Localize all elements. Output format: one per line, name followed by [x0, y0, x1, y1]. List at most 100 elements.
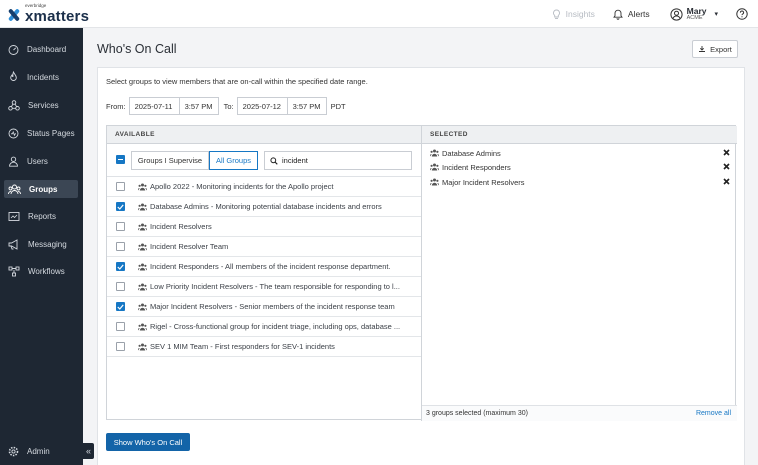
- group-icon: [430, 163, 439, 171]
- from-time-input[interactable]: 3:57 PM: [179, 97, 219, 115]
- close-icon[interactable]: [723, 163, 730, 170]
- page-title: Who's On Call: [97, 42, 177, 56]
- checkbox-unchecked[interactable]: [116, 342, 125, 351]
- selected-count: 3 groups selected (maximum 30): [426, 410, 528, 417]
- selected-footer: 3 groups selected (maximum 30) Remove al…: [422, 405, 737, 421]
- close-icon[interactable]: [723, 178, 730, 185]
- sidebar-item-services[interactable]: Services: [4, 96, 78, 114]
- brand-logo[interactable]: everbridge xmatters: [7, 3, 90, 26]
- insights-link[interactable]: Insights: [552, 9, 595, 20]
- list-item[interactable]: Database Admins - Monitoring potential d…: [107, 197, 421, 217]
- group-icon: [138, 263, 147, 270]
- tab-groups-i-supervise[interactable]: Groups I Supervise: [131, 151, 209, 170]
- group-icon: [138, 283, 147, 290]
- to-label: To:: [223, 101, 234, 111]
- sidebar-item-messaging[interactable]: Messaging: [4, 235, 78, 253]
- group-icon: [430, 149, 439, 157]
- list-item-label: Low Priority Incident Resolvers - The te…: [150, 282, 400, 291]
- to-time-input[interactable]: 3:57 PM: [287, 97, 327, 115]
- list-item[interactable]: Incident Responders - All members of the…: [107, 257, 421, 277]
- check-icon: [117, 204, 124, 210]
- selected-item-label: Incident Responders: [442, 162, 511, 172]
- list-item[interactable]: Incident Resolver Team: [107, 237, 421, 257]
- checkbox-unchecked[interactable]: [116, 282, 125, 291]
- top-bar: everbridge xmatters Insights Alerts Mary…: [0, 0, 758, 28]
- sidebar-item-label: Admin: [27, 446, 50, 456]
- group-icon: [138, 183, 147, 190]
- close-icon[interactable]: [723, 149, 730, 156]
- user-menu[interactable]: Mary ACME ▾: [670, 6, 718, 22]
- list-item[interactable]: Rigel - Cross-functional group for incid…: [107, 317, 421, 337]
- sidebar-item-label: Groups: [29, 184, 58, 194]
- help-icon[interactable]: [736, 8, 748, 20]
- list-item-label: SEV 1 MIM Team - First responders for SE…: [150, 342, 335, 351]
- intro-text: Select groups to view members that are o…: [106, 77, 368, 86]
- checkbox-unchecked[interactable]: [116, 322, 125, 331]
- status-icon: [8, 128, 19, 138]
- sidebar-item-groups[interactable]: Groups: [4, 180, 78, 198]
- from-date-input[interactable]: 2025-07-11: [128, 97, 180, 115]
- reports-icon: [8, 211, 20, 221]
- checkbox-checked[interactable]: [116, 202, 125, 211]
- checkbox-checked[interactable]: [116, 262, 125, 271]
- remove-all-link[interactable]: Remove all: [696, 410, 731, 417]
- list-item[interactable]: Low Priority Incident Resolvers - The te…: [107, 277, 421, 297]
- list-item-label: Database Admins - Monitoring potential d…: [150, 202, 382, 211]
- sidebar-item-dashboard[interactable]: Dashboard: [4, 40, 78, 58]
- chevron-down-icon: ▾: [714, 11, 718, 18]
- export-button[interactable]: Export: [692, 40, 738, 58]
- download-icon: [699, 46, 706, 52]
- list-item[interactable]: Incident Resolvers: [107, 217, 421, 237]
- list-item[interactable]: Apollo 2022 - Monitoring incidents for t…: [107, 177, 421, 197]
- tab-all-groups[interactable]: All Groups: [209, 151, 258, 170]
- selected-item-label: Major Incident Resolvers: [442, 177, 525, 187]
- sidebar-collapse-button[interactable]: «: [83, 443, 94, 459]
- list-item-label: Rigel - Cross-functional group for incid…: [150, 322, 401, 331]
- sidebar-item-label: Dashboard: [27, 44, 67, 54]
- list-item-label: Apollo 2022 - Monitoring incidents for t…: [150, 182, 334, 191]
- list-item[interactable]: Major Incident Resolvers - Senior member…: [107, 297, 421, 317]
- selected-item: Database Admins: [430, 146, 730, 160]
- brand-name: xmatters: [25, 8, 90, 26]
- selected-header: SELECTED: [422, 126, 737, 144]
- sidebar-item-incidents[interactable]: Incidents: [4, 68, 78, 86]
- list-item[interactable]: SEV 1 MIM Team - First responders for SE…: [107, 337, 421, 357]
- sidebar-item-workflows[interactable]: Workflows: [4, 262, 78, 280]
- group-search-input[interactable]: incident: [264, 151, 412, 170]
- available-header: AVAILABLE: [107, 126, 421, 144]
- sidebar-item-users[interactable]: Users: [4, 152, 78, 170]
- checkbox-unchecked[interactable]: [116, 182, 125, 191]
- list-item-label: Incident Resolver Team: [150, 242, 229, 251]
- select-all-checkbox[interactable]: [116, 155, 125, 164]
- sidebar-item-label: Workflows: [28, 266, 65, 276]
- dashboard-icon: [8, 44, 19, 55]
- sidebar-item-reports[interactable]: Reports: [4, 207, 78, 225]
- list-item-label: Major Incident Resolvers - Senior member…: [150, 302, 395, 311]
- bell-icon: [613, 9, 623, 20]
- xmatters-logo-icon: [7, 7, 21, 22]
- selected-item: Incident Responders: [430, 160, 730, 174]
- check-icon: [117, 304, 124, 310]
- group-icon: [138, 303, 147, 310]
- list-item-label: Incident Responders - All members of the…: [150, 262, 391, 271]
- checkbox-unchecked[interactable]: [116, 242, 125, 251]
- sidebar-item-status-pages[interactable]: Status Pages: [4, 124, 78, 142]
- show-whos-on-call-button[interactable]: Show Who's On Call: [106, 433, 190, 451]
- alerts-link[interactable]: Alerts: [613, 9, 650, 20]
- sidebar-item-label: Status Pages: [27, 128, 75, 138]
- search-value: incident: [282, 156, 308, 165]
- user-org: ACME: [686, 14, 703, 21]
- selected-item-label: Database Admins: [442, 148, 501, 158]
- sidebar-item-label: Messaging: [28, 239, 67, 249]
- group-icon: [138, 223, 147, 230]
- fire-icon: [10, 71, 17, 81]
- group-icon: [138, 343, 147, 350]
- sidebar-item-admin[interactable]: Admin: [4, 442, 78, 460]
- to-date-input[interactable]: 2025-07-12: [236, 97, 288, 115]
- megaphone-icon: [8, 238, 18, 250]
- sidebar-item-label: Users: [27, 156, 48, 166]
- checkbox-checked[interactable]: [116, 302, 125, 311]
- group-selector: AVAILABLE SELECTED Groups I Supervise Al…: [106, 125, 737, 421]
- checkbox-unchecked[interactable]: [116, 222, 125, 231]
- workflow-icon: [8, 266, 20, 276]
